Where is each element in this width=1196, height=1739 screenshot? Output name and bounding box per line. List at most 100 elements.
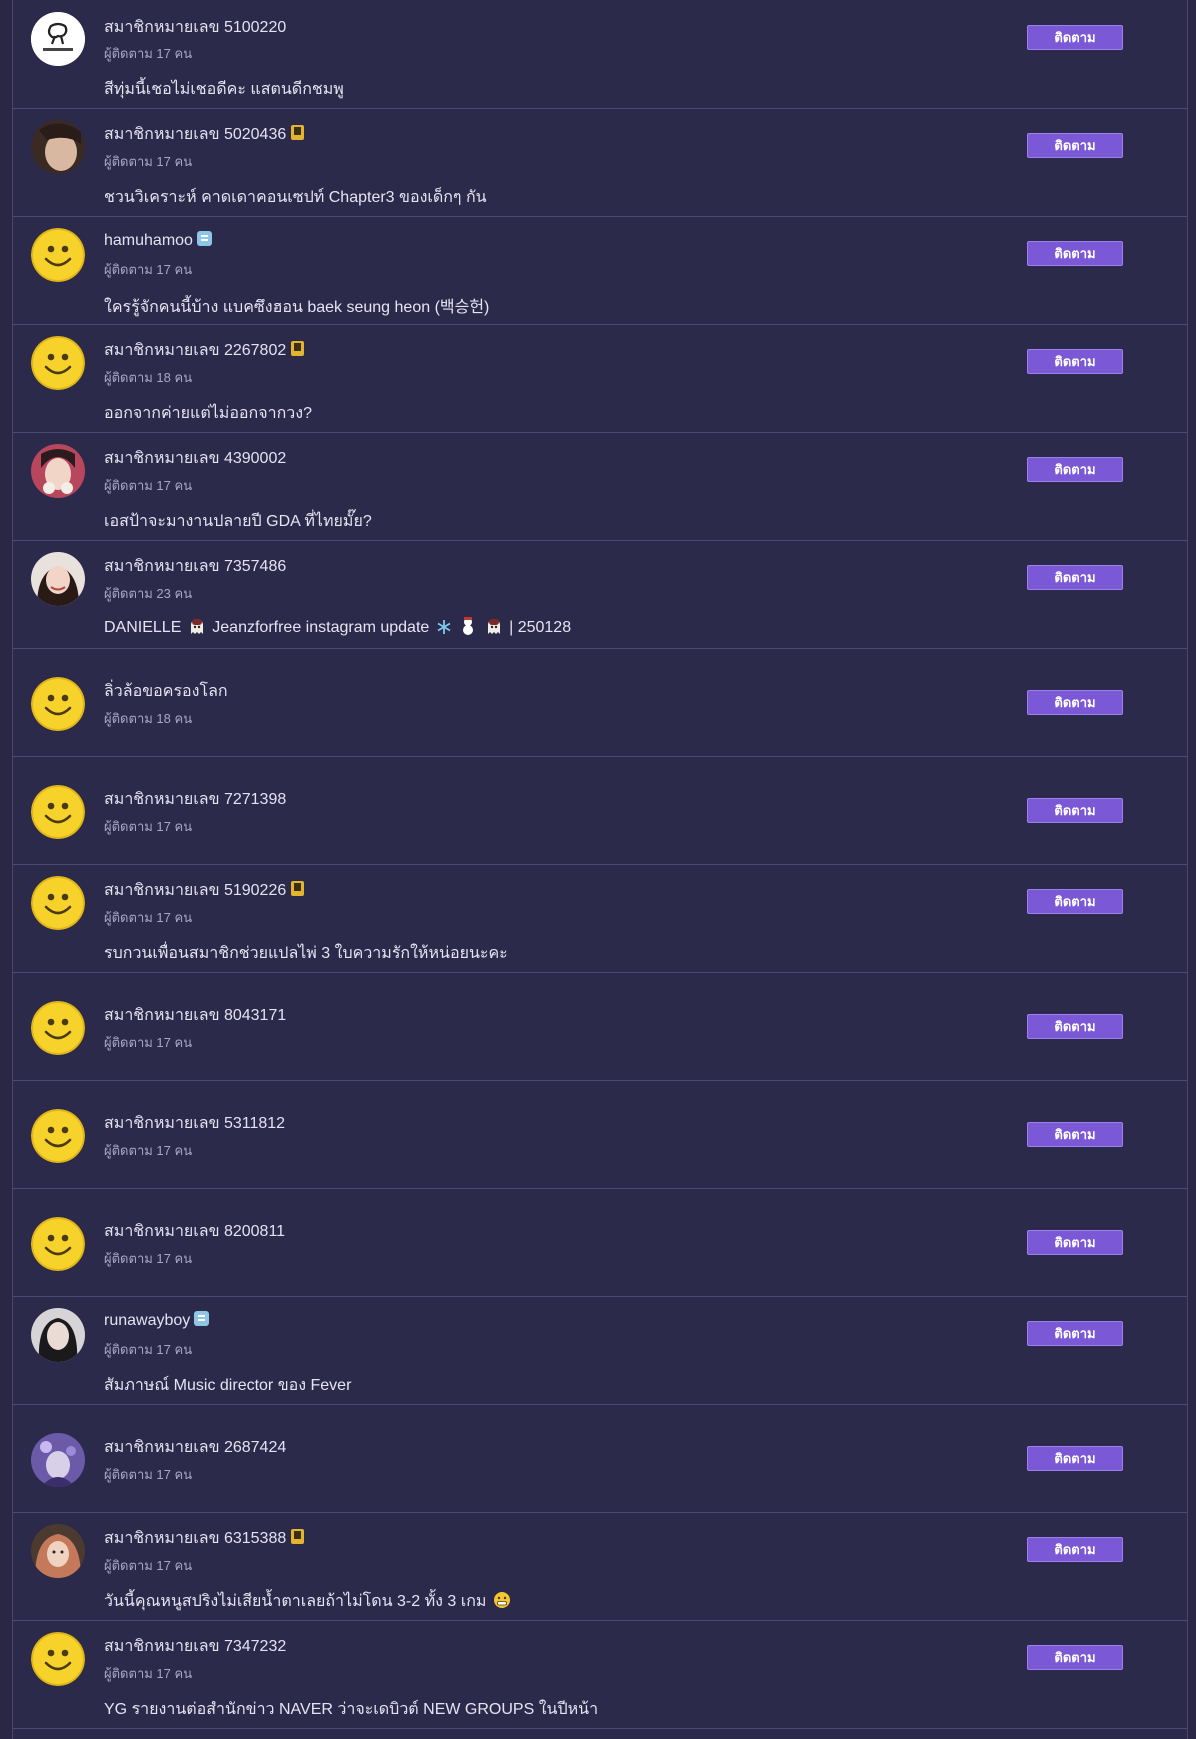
follow-button[interactable]: ติดตาม: [1027, 1122, 1123, 1147]
follow-button[interactable]: ติดตาม: [1027, 241, 1123, 266]
member-name[interactable]: สมาชิกหมายเลข 5020436: [104, 126, 286, 143]
follow-button[interactable]: ติดตาม: [1027, 349, 1123, 374]
follow-button[interactable]: ติดตาม: [1027, 1645, 1123, 1670]
member-name[interactable]: สมาชิกหมายเลข 2267802: [104, 342, 286, 359]
follow-button[interactable]: ติดตาม: [1027, 25, 1123, 50]
follower-count: ผู้ติดตาม 17 คน: [104, 1467, 193, 1482]
follower-count: ผู้ติดตาม 17 คน: [104, 1251, 193, 1266]
latest-topic[interactable]: เอสป้าจะมางานปลายปี GDA ที่ไทยมั๊ย?: [104, 509, 372, 534]
avatar[interactable]: [31, 1001, 85, 1055]
member-name[interactable]: runawayboy: [104, 1312, 190, 1329]
blue-badge-icon: [194, 1310, 210, 1327]
topic-text: DANIELLE: [104, 619, 182, 636]
avatar[interactable]: [31, 1109, 85, 1163]
avatar[interactable]: [31, 1217, 85, 1271]
member-name[interactable]: hamuhamoo: [104, 232, 193, 249]
ghost-emoji-icon: [487, 619, 500, 634]
latest-topic[interactable]: ชวนวิเคราะห์ คาดเดาคอนเซปท์ Chapter3 ของ…: [104, 185, 487, 210]
avatar[interactable]: [31, 228, 85, 282]
list-item: สมาชิกหมายเลข 7347232 ผู้ติดตาม 17 คน YG…: [13, 1621, 1187, 1729]
list-item: สมาชิกหมายเลข 2687424 ผู้ติดตาม 17 คน ติ…: [13, 1405, 1187, 1513]
latest-topic[interactable]: วันนี้คุณหนูสปริงไม่เสียน้ำตาเลยถ้าไม่โด…: [104, 1589, 513, 1614]
follower-count: ผู้ติดตาม 17 คน: [104, 46, 193, 61]
member-name[interactable]: สมาชิกหมายเลข 5190226: [104, 882, 286, 899]
list-item: สมาชิกหมายเลข 5190226 ผู้ติดตาม 17 คน รบ…: [13, 865, 1187, 973]
list-item: สมาชิกหมายเลข 5020436 ผู้ติดตาม 17 คน ชว…: [13, 109, 1187, 217]
follower-count: ผู้ติดตาม 17 คน: [104, 154, 193, 169]
avatar[interactable]: [31, 677, 85, 731]
avatar[interactable]: [31, 1632, 85, 1686]
avatar[interactable]: [31, 785, 85, 839]
avatar[interactable]: [31, 12, 85, 66]
member-name[interactable]: สมาชิกหมายเลข 8200811: [104, 1223, 285, 1240]
phone-badge-icon: [290, 880, 305, 897]
avatar[interactable]: [31, 444, 85, 498]
avatar[interactable]: [31, 1433, 85, 1487]
list-item: ลิ่วล้อขอครองโลก ผู้ติดตาม 18 คน ติดตาม: [13, 649, 1187, 757]
member-name[interactable]: สมาชิกหมายเลข 6315388: [104, 1530, 286, 1547]
follow-button[interactable]: ติดตาม: [1027, 798, 1123, 823]
follower-count: ผู้ติดตาม 17 คน: [104, 1143, 193, 1158]
follow-button[interactable]: ติดตาม: [1027, 1014, 1123, 1039]
follower-count: ผู้ติดตาม 18 คน: [104, 370, 193, 385]
avatar[interactable]: [31, 1524, 85, 1578]
follower-count: ผู้ติดตาม 18 คน: [104, 711, 193, 726]
blue-badge-icon: [196, 230, 212, 247]
member-name[interactable]: สมาชิกหมายเลข 7357486: [104, 558, 286, 575]
follow-button[interactable]: ติดตาม: [1027, 133, 1123, 158]
phone-badge-icon: [290, 124, 305, 141]
member-name[interactable]: สมาชิกหมายเลข 4390002: [104, 450, 286, 467]
member-name[interactable]: สมาชิกหมายเลข 5311812: [104, 1115, 285, 1132]
member-name[interactable]: สมาชิกหมายเลข 5100220: [104, 19, 286, 36]
member-name[interactable]: สมาชิกหมายเลข 7347232: [104, 1638, 286, 1655]
list-item: สมาชิกหมายเลข 8043171 ผู้ติดตาม 17 คน ติ…: [13, 973, 1187, 1081]
latest-topic[interactable]: DANIELLE Jeanzforfree instagram update |…: [104, 617, 571, 637]
avatar[interactable]: [31, 876, 85, 930]
follow-button[interactable]: ติดตาม: [1027, 1537, 1123, 1562]
avatar[interactable]: [31, 336, 85, 390]
follower-count: ผู้ติดตาม 17 คน: [104, 910, 193, 925]
latest-topic[interactable]: สีทุ่มนี้เชอไม่เชอดีคะ แสตนดีกชมพู: [104, 77, 344, 102]
follower-count: ผู้ติดตาม 23 คน: [104, 586, 193, 601]
list-item: สมาชิกหมายเลข 5311812 ผู้ติดตาม 17 คน ติ…: [13, 1081, 1187, 1189]
follow-button[interactable]: ติดตาม: [1027, 1446, 1123, 1471]
member-name[interactable]: สมาชิกหมายเลข 8043171: [104, 1007, 286, 1024]
member-name[interactable]: ลิ่วล้อขอครองโลก: [104, 683, 228, 700]
list-item: สมาชิกหมายเลข 6315388 ผู้ติดตาม 17 คน วั…: [13, 1513, 1187, 1621]
list-item: สมาชิกหมายเลข 7357486 ผู้ติดตาม 23 คน DA…: [13, 541, 1187, 649]
follower-count: ผู้ติดตาม 17 คน: [104, 1666, 193, 1681]
phone-badge-icon: [290, 1528, 305, 1545]
list-item: สมาชิกหมายเลข 7271398 ผู้ติดตาม 17 คน ติ…: [13, 757, 1187, 865]
follow-button[interactable]: ติดตาม: [1027, 690, 1123, 715]
follower-count: ผู้ติดตาม 17 คน: [104, 478, 193, 493]
member-list: สมาชิกหมายเลข 5100220 ผู้ติดตาม 17 คน สี…: [12, 0, 1188, 1739]
follower-count: ผู้ติดตาม 17 คน: [104, 819, 193, 834]
latest-topic[interactable]: ออกจากค่ายแต่ไม่ออกจากวง?: [104, 401, 312, 426]
avatar[interactable]: [31, 120, 85, 174]
phone-badge-icon: [290, 340, 305, 357]
latest-topic[interactable]: สัมภาษณ์ Music director ของ Fever: [104, 1373, 351, 1398]
snowman-emoji-icon: [463, 617, 474, 635]
latest-topic[interactable]: ใครรู้จักคนนี้บ้าง แบคซึงฮอน baek seung …: [104, 293, 489, 320]
follower-count: ผู้ติดตาม 17 คน: [104, 1558, 193, 1573]
follow-button[interactable]: ติดตาม: [1027, 1321, 1123, 1346]
list-item: สมาชิกหมายเลข 2267802 ผู้ติดตาม 18 คน ออ…: [13, 325, 1187, 433]
grimace-emoji-icon: [493, 1592, 510, 1608]
follow-button[interactable]: ติดตาม: [1027, 1230, 1123, 1255]
follower-count: ผู้ติดตาม 17 คน: [104, 1035, 193, 1050]
list-item: runawayboy ผู้ติดตาม 17 คน สัมภาษณ์ Musi…: [13, 1297, 1187, 1405]
follow-button[interactable]: ติดตาม: [1027, 457, 1123, 482]
member-name[interactable]: สมาชิกหมายเลข 2687424: [104, 1439, 286, 1456]
latest-topic[interactable]: YG รายงานต่อสำนักข่าว NAVER ว่าจะเดบิวต์…: [104, 1697, 598, 1722]
latest-topic[interactable]: รบกวนเพื่อนสมาชิกช่วยแปลไพ่ 3 ใบความรักใ…: [104, 941, 508, 966]
list-item: สมาชิกหมายเลข 4390002 ผู้ติดตาม 17 คน เอ…: [13, 433, 1187, 541]
member-name[interactable]: สมาชิกหมายเลข 7271398: [104, 791, 286, 808]
list-item: สมาชิกหมายเลข 5100220 ผู้ติดตาม 17 คน สี…: [13, 0, 1187, 109]
topic-text: Jeanzforfree instagram update: [212, 619, 430, 636]
snowflake-emoji-icon: [437, 620, 451, 634]
follow-button[interactable]: ติดตาม: [1027, 889, 1123, 914]
follow-button[interactable]: ติดตาม: [1027, 565, 1123, 590]
list-item: สมาชิกหมายเลข 8200811 ผู้ติดตาม 17 คน ติ…: [13, 1189, 1187, 1297]
avatar[interactable]: [31, 552, 85, 606]
avatar[interactable]: [31, 1308, 85, 1362]
